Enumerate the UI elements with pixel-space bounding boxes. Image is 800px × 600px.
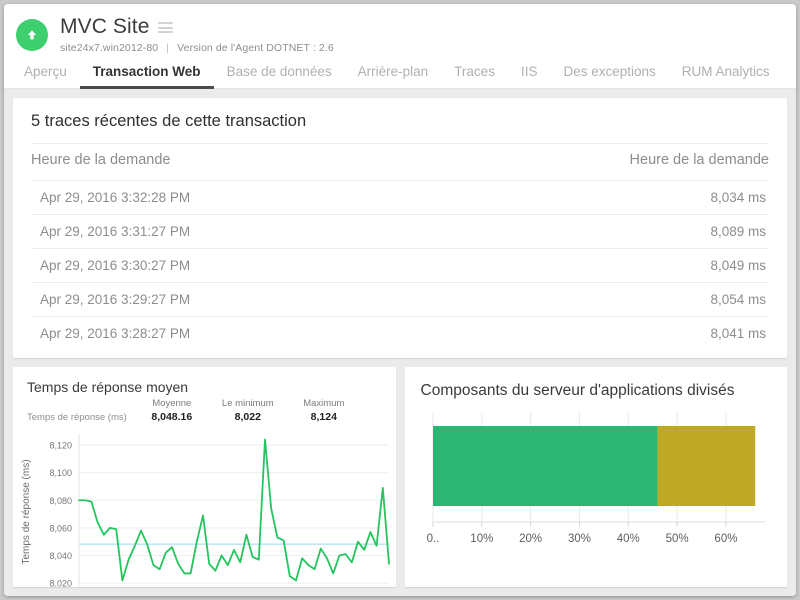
stat-minimum-label: Le minimum (217, 398, 279, 410)
svg-text:30%: 30% (567, 533, 590, 545)
column-header-duration[interactable]: Heure de la demande (400, 144, 769, 181)
stat-maximum-value: 8,124 (293, 410, 355, 424)
response-time-panel: Temps de réponse moyen Temps de réponse … (13, 367, 396, 587)
stat-minimum-value: 8,022 (217, 410, 279, 424)
stat-maximum-label: Maximum (293, 398, 355, 410)
tab-base-de-donnees[interactable]: Base de données (214, 64, 345, 89)
charts-row: Temps de réponse moyen Temps de réponse … (13, 367, 787, 587)
svg-text:10%: 10% (470, 533, 493, 545)
svg-text:0..: 0.. (426, 533, 439, 545)
svg-text:20%: 20% (519, 533, 542, 545)
response-axis-caption: Temps de réponse (ms) (27, 412, 127, 424)
svg-text:8,040: 8,040 (49, 551, 72, 561)
trace-duration: 8,041 ms (400, 317, 769, 351)
response-time-svg: 8,020 8,040 8,060 8,080 8,100 8,120 Temps de r… (13, 424, 396, 587)
svg-text:40%: 40% (616, 533, 639, 545)
svg-text:8,020: 8,020 (49, 579, 72, 587)
application-window: MVC Site site24x7.win2012-80 | Version d… (4, 4, 796, 596)
app-logo (16, 19, 48, 51)
recent-traces-table: Heure de la demande Heure de la demande … (31, 143, 769, 350)
hamburger-menu-icon[interactable] (158, 22, 173, 33)
response-time-title: Temps de réponse moyen (13, 367, 396, 395)
trace-duration: 8,034 ms (400, 181, 769, 215)
svg-text:50%: 50% (665, 533, 688, 545)
host-name: site24x7.win2012-80 (60, 42, 158, 54)
response-time-stats: Temps de réponse (ms) Moyenne 8,048.16 L… (13, 395, 396, 424)
trace-time: Apr 29, 2016 3:30:27 PM (31, 249, 400, 283)
page-title: MVC Site (60, 16, 150, 37)
svg-text:8,100: 8,100 (49, 468, 72, 478)
header-identity: MVC Site site24x7.win2012-80 | Version d… (4, 12, 796, 54)
trace-time: Apr 29, 2016 3:32:28 PM (31, 181, 400, 215)
column-header-request-time[interactable]: Heure de la demande (31, 144, 400, 181)
svg-text:8,120: 8,120 (49, 441, 72, 451)
header-subtitle: site24x7.win2012-80 | Version de l'Agent… (60, 42, 334, 54)
recent-traces-card: 5 traces récentes de cette transaction H… (13, 98, 787, 358)
trace-time: Apr 29, 2016 3:29:27 PM (31, 283, 400, 317)
stat-moyenne-value: 8,048.16 (141, 410, 203, 424)
trace-duration: 8,089 ms (400, 215, 769, 249)
tab-iis[interactable]: IIS (508, 64, 551, 89)
tab-arriere-plan[interactable]: Arrière-plan (345, 64, 442, 89)
content-area: 5 traces récentes de cette transaction H… (4, 89, 796, 596)
svg-text:60%: 60% (714, 533, 737, 545)
tab-transaction-web[interactable]: Transaction Web (80, 64, 214, 89)
recent-traces-title: 5 traces récentes de cette transaction (31, 98, 769, 143)
tab-rum-analytics[interactable]: RUM Analytics (669, 64, 783, 89)
trace-duration: 8,049 ms (400, 249, 769, 283)
trace-time: Apr 29, 2016 3:31:27 PM (31, 215, 400, 249)
main-tabs: Aperçu Transaction Web Base de données A… (4, 54, 796, 89)
tab-apercu[interactable]: Aperçu (18, 64, 80, 89)
components-chart[interactable]: 0.. 10% 20% 30% 40% 50% 60% (405, 400, 788, 587)
table-row[interactable]: Apr 29, 2016 3:29:27 PM 8,054 ms (31, 283, 769, 317)
svg-text:Temps de réponse (ms): Temps de réponse (ms) (21, 460, 32, 565)
stat-moyenne-label: Moyenne (141, 398, 203, 410)
table-row[interactable]: Apr 29, 2016 3:28:27 PM 8,041 ms (31, 317, 769, 351)
table-header-row: Heure de la demande Heure de la demande (31, 144, 769, 181)
stat-minimum: Le minimum 8,022 (217, 398, 279, 424)
tab-des-exceptions[interactable]: Des exceptions (550, 64, 668, 89)
svg-text:8,080: 8,080 (49, 496, 72, 506)
stat-maximum: Maximum 8,124 (293, 398, 355, 424)
trace-time: Apr 29, 2016 3:28:27 PM (31, 317, 400, 351)
upload-arrow-icon (25, 28, 39, 42)
agent-version: Version de l'Agent DOTNET : 2.6 (177, 42, 334, 54)
svg-text:8,060: 8,060 (49, 523, 72, 533)
app-header: MVC Site site24x7.win2012-80 | Version d… (4, 4, 796, 89)
title-block: MVC Site site24x7.win2012-80 | Version d… (60, 16, 334, 54)
table-row[interactable]: Apr 29, 2016 3:30:27 PM 8,049 ms (31, 249, 769, 283)
components-title: Composants du serveur d'applications div… (405, 367, 788, 400)
response-time-chart[interactable]: 8,020 8,040 8,060 8,080 8,100 8,120 Temps de r… (13, 424, 396, 587)
trace-duration: 8,054 ms (400, 283, 769, 317)
table-row[interactable]: Apr 29, 2016 3:32:28 PM 8,034 ms (31, 181, 769, 215)
components-svg: 0.. 10% 20% 30% 40% 50% 60% (405, 400, 788, 587)
table-row[interactable]: Apr 29, 2016 3:31:27 PM 8,089 ms (31, 215, 769, 249)
components-panel: Composants du serveur d'applications div… (405, 367, 788, 587)
tab-traces[interactable]: Traces (441, 64, 508, 89)
subtitle-separator: | (166, 42, 169, 54)
stat-moyenne: Moyenne 8,048.16 (141, 398, 203, 424)
